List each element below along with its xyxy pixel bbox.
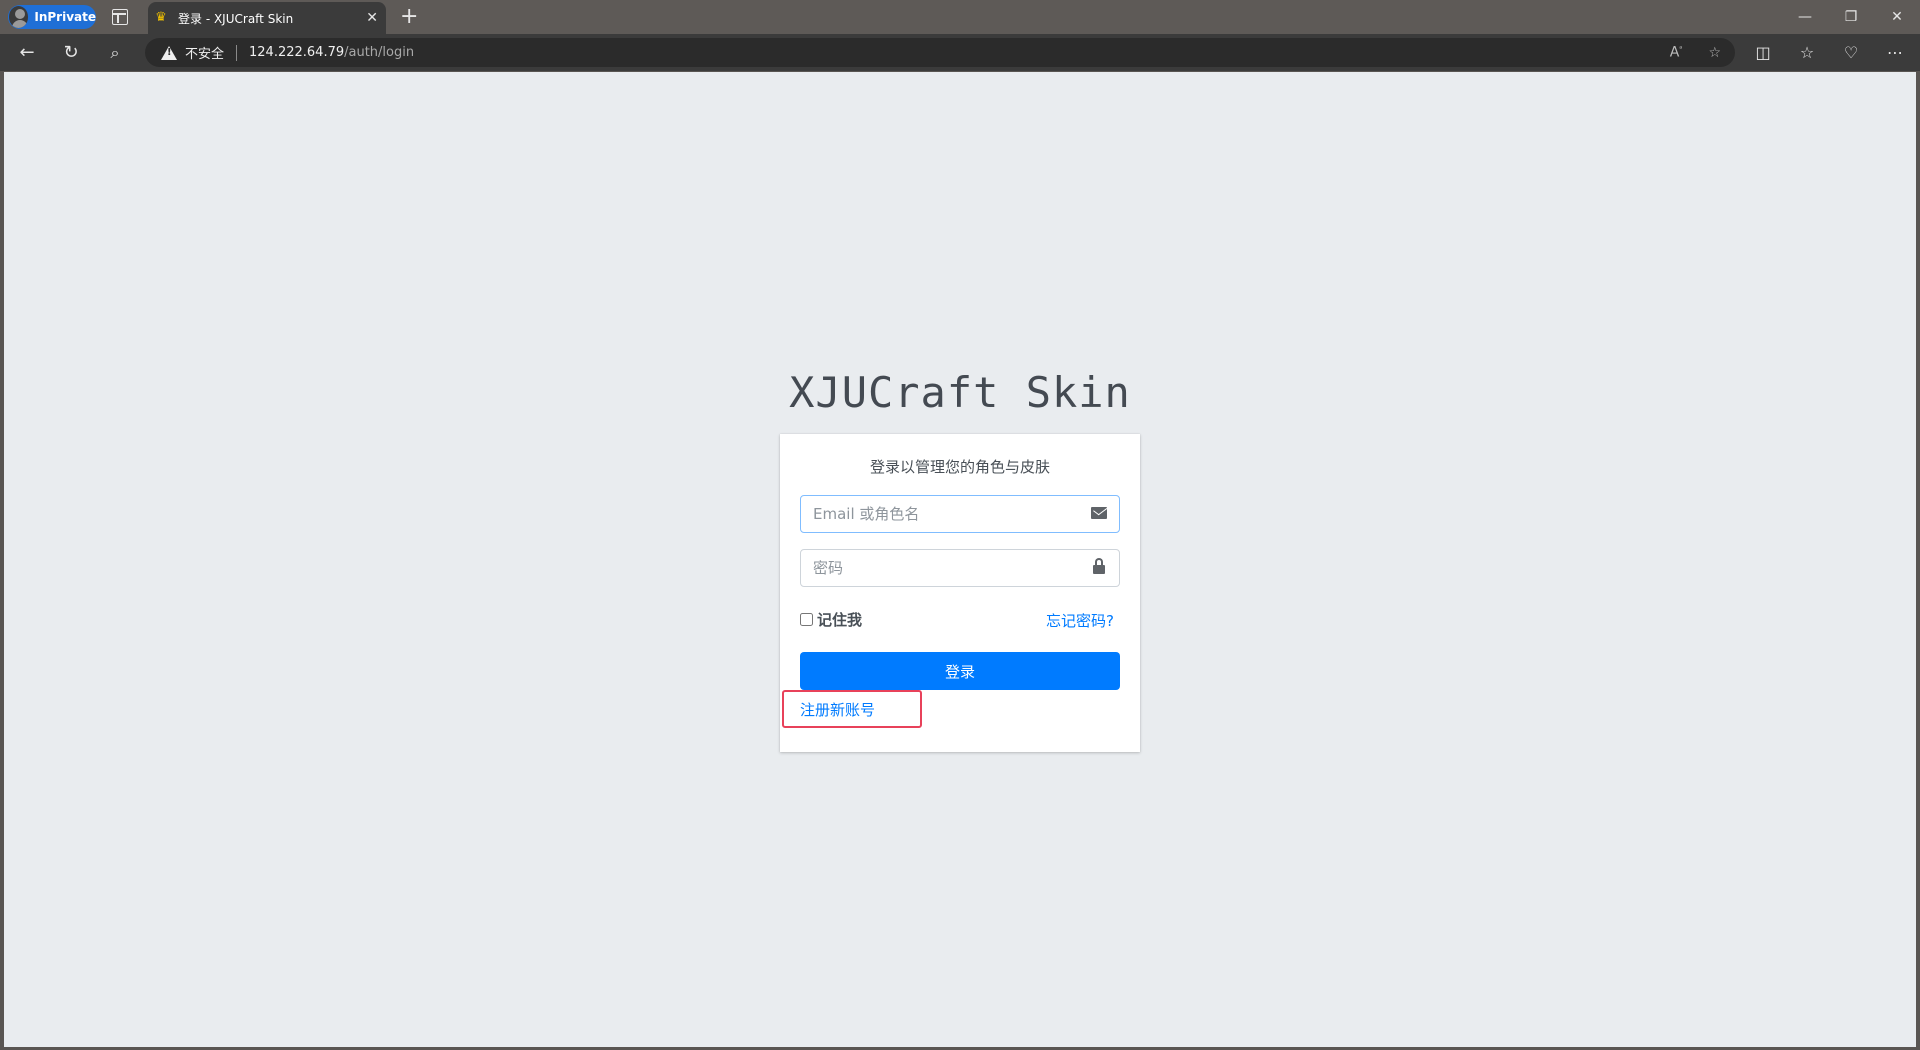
- more-icon[interactable]: ⋯: [1880, 40, 1910, 66]
- security-label[interactable]: 不安全: [185, 43, 224, 62]
- tab-close-icon[interactable]: ✕: [366, 10, 378, 26]
- address-separator: [236, 44, 238, 61]
- password-input[interactable]: [801, 550, 1079, 586]
- page-viewport: XJUCraft Skin 登录以管理您的角色与皮肤 记住我 忘记密码? 登录 …: [4, 72, 1916, 1047]
- site-brand: XJUCraft Skin: [789, 368, 1131, 417]
- login-message: 登录以管理您的角色与皮肤: [869, 458, 1050, 476]
- email-field[interactable]: [800, 495, 1120, 533]
- favorites-icon[interactable]: ☆: [1792, 40, 1822, 66]
- split-screen-icon[interactable]: ◫: [1748, 40, 1778, 66]
- new-tab-button[interactable]: +: [400, 5, 418, 29]
- address-bar-actions: Aᵃ ☆: [1644, 38, 1721, 67]
- back-icon[interactable]: ←: [14, 40, 40, 66]
- password-field[interactable]: [800, 549, 1120, 587]
- profile-avatar-icon: [9, 6, 29, 28]
- inprivate-badge[interactable]: InPrivate: [8, 5, 96, 29]
- restore-button[interactable]: ❐: [1828, 0, 1874, 34]
- login-button[interactable]: 登录: [800, 652, 1120, 690]
- remember-me[interactable]: 记住我: [800, 609, 862, 630]
- tab-title: 登录 - XJUCraft Skin: [178, 11, 294, 26]
- active-tab[interactable]: ♛ 登录 - XJUCraft Skin ✕: [148, 2, 386, 34]
- minimize-button[interactable]: —: [1782, 0, 1828, 34]
- window-controls: — ❐ ✕: [1782, 0, 1920, 34]
- tab-actions-icon[interactable]: [112, 9, 128, 25]
- login-card: 登录以管理您的角色与皮肤 记住我 忘记密码? 登录 注册新账号: [780, 434, 1140, 752]
- inprivate-label: InPrivate: [34, 10, 96, 24]
- warning-icon[interactable]: [161, 45, 177, 60]
- envelope-icon: [1079, 505, 1119, 523]
- url-host[interactable]: 124.222.64.79: [249, 45, 344, 60]
- remember-label: 记住我: [817, 611, 863, 629]
- register-link[interactable]: 注册新账号: [800, 699, 875, 720]
- read-aloud-icon[interactable]: Aᵃ: [1670, 44, 1683, 61]
- remember-checkbox[interactable]: [800, 613, 813, 626]
- site-favicon-icon: ♛: [155, 10, 167, 25]
- browser-essentials-icon[interactable]: ♡: [1836, 40, 1866, 66]
- forgot-password-link[interactable]: 忘记密码?: [1046, 610, 1114, 631]
- address-bar[interactable]: 不安全 124.222.64.79 /auth/login Aᵃ ☆: [145, 38, 1735, 67]
- tab-strip: InPrivate ♛ 登录 - XJUCraft Skin ✕ + — ❐ ✕: [0, 0, 1920, 34]
- search-icon[interactable]: ⌕: [102, 40, 128, 66]
- refresh-icon[interactable]: ↻: [58, 40, 84, 66]
- toolbar-right: ◫ ☆ ♡ ⋯: [1734, 40, 1910, 66]
- close-window-button[interactable]: ✕: [1874, 0, 1920, 34]
- email-input[interactable]: [801, 496, 1079, 532]
- browser-toolbar: ← ↻ ⌕ 不安全 124.222.64.79 /auth/login Aᵃ ☆…: [0, 34, 1920, 71]
- url-path[interactable]: /auth/login: [344, 45, 414, 60]
- favorite-icon[interactable]: ☆: [1708, 45, 1721, 61]
- lock-icon: [1079, 557, 1119, 578]
